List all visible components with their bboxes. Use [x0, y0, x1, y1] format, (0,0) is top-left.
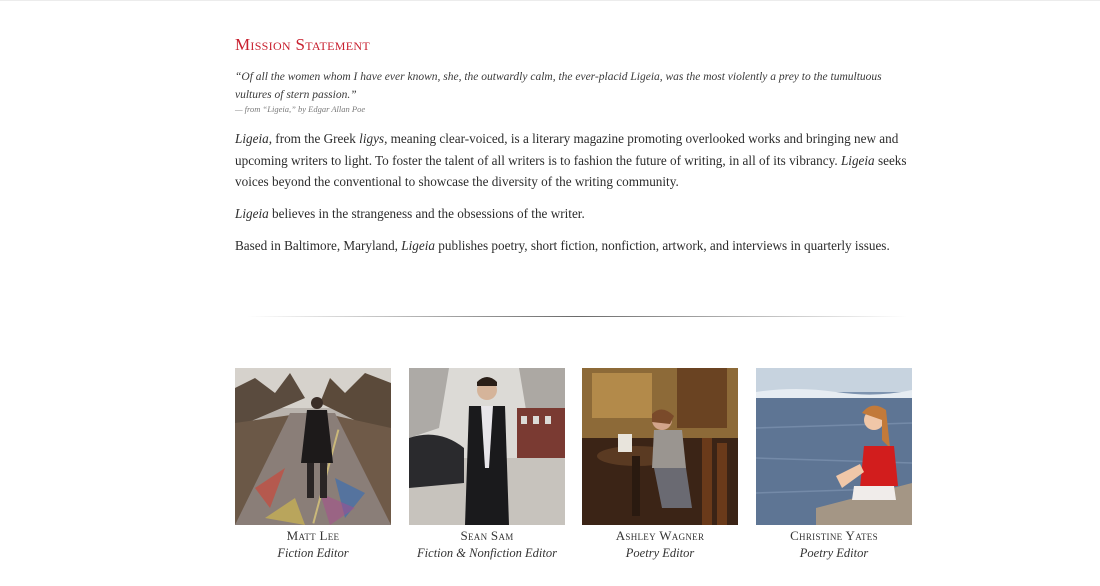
greek-word: ligys [359, 131, 385, 146]
staff-grid: Matt Lee Fiction Editor Sean Sam Fiction… [235, 368, 915, 586]
mission-title: Mission Statement [235, 35, 370, 54]
mission-paragraph-1: Ligeia, from the Greek ligys, meaning cl… [235, 131, 907, 189]
staff-name: Ashley Wagner [615, 528, 705, 543]
top-border [0, 0, 1100, 1]
magazine-name: Ligeia [840, 152, 875, 168]
staff-name: Sean Sam [460, 528, 514, 543]
staff-role: Poetry Editor [799, 546, 869, 560]
magazine-name: Ligeia [235, 131, 269, 146]
staff-photo-sean-sam [409, 368, 565, 525]
staff-name: Matt Lee [286, 528, 340, 543]
mission-paragraph-2: Ligeia believes in the strangeness and t… [235, 206, 585, 221]
epigraph-quote: “Of all the women whom I have ever known… [235, 71, 882, 101]
section-divider [247, 316, 907, 317]
staff-photo-matt-lee [235, 368, 391, 525]
staff-card: Sean Sam Fiction & Nonfiction Editor [409, 368, 565, 561]
staff-role: Fiction & Nonfiction Editor [417, 546, 557, 560]
magazine-name: Ligeia [235, 206, 269, 221]
staff-card: Christine Yates Poetry Editor [756, 368, 912, 561]
staff-card: Ashley Wagner Poetry Editor [582, 368, 738, 561]
staff-photo-christine-yates [756, 368, 912, 525]
staff-role: Fiction Editor [277, 546, 349, 560]
mission-paragraph-3: Based in Baltimore, Maryland, Ligeia pub… [235, 238, 890, 253]
magazine-name: Ligeia [401, 238, 435, 253]
staff-name: Christine Yates [790, 528, 878, 543]
staff-card: Matt Lee Fiction Editor [235, 368, 391, 561]
staff-photo-ashley-wagner [582, 368, 738, 525]
epigraph-attribution: — from “Ligeia,” by Edgar Allan Poe [235, 104, 366, 114]
staff-role: Poetry Editor [625, 546, 695, 560]
